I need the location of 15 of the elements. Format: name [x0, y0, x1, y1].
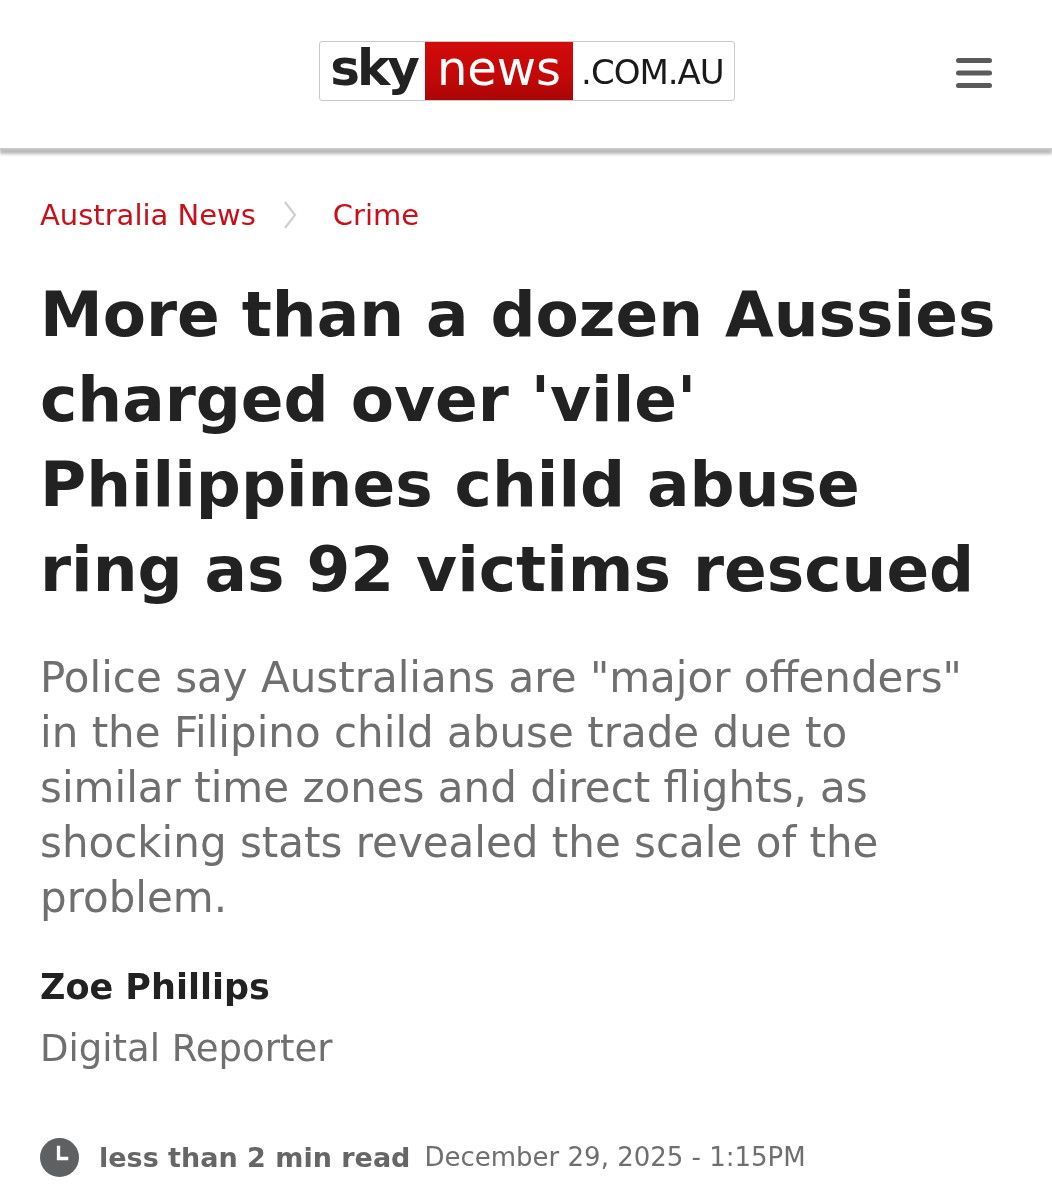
breadcrumb-link[interactable]: Australia News: [40, 198, 256, 232]
clock-icon: [40, 1137, 79, 1177]
publish-date: December 29, 2025 - 1:15PM: [424, 1142, 806, 1172]
breadcrumb-link[interactable]: Crime: [332, 198, 420, 232]
chevron-icon: [282, 201, 297, 229]
article-headline: More than a dozen Aussies charged over 'vile' Philippines child abuse ring as 92 victims rescued: [40, 277, 997, 608]
logo-sky-text: sky: [329, 41, 419, 99]
read-time: less than 2 min read: [99, 1141, 411, 1173]
menu-icon: [956, 57, 992, 89]
author-role: Digital Reporter: [40, 1026, 334, 1072]
author-name[interactable]: Zoe Phillips: [40, 962, 1012, 1012]
article-standfirst: Police say Australians are "major offenders" in the Filipino child abuse trade due to similar time zones and direct flights, as shocking stats revealed the scale of the problem.: [40, 652, 963, 924]
site-logo[interactable]: sky news .COM.AU: [319, 40, 735, 101]
logo-news-text: news: [424, 41, 574, 100]
logo-domain-text: .COM.AU: [580, 50, 725, 94]
